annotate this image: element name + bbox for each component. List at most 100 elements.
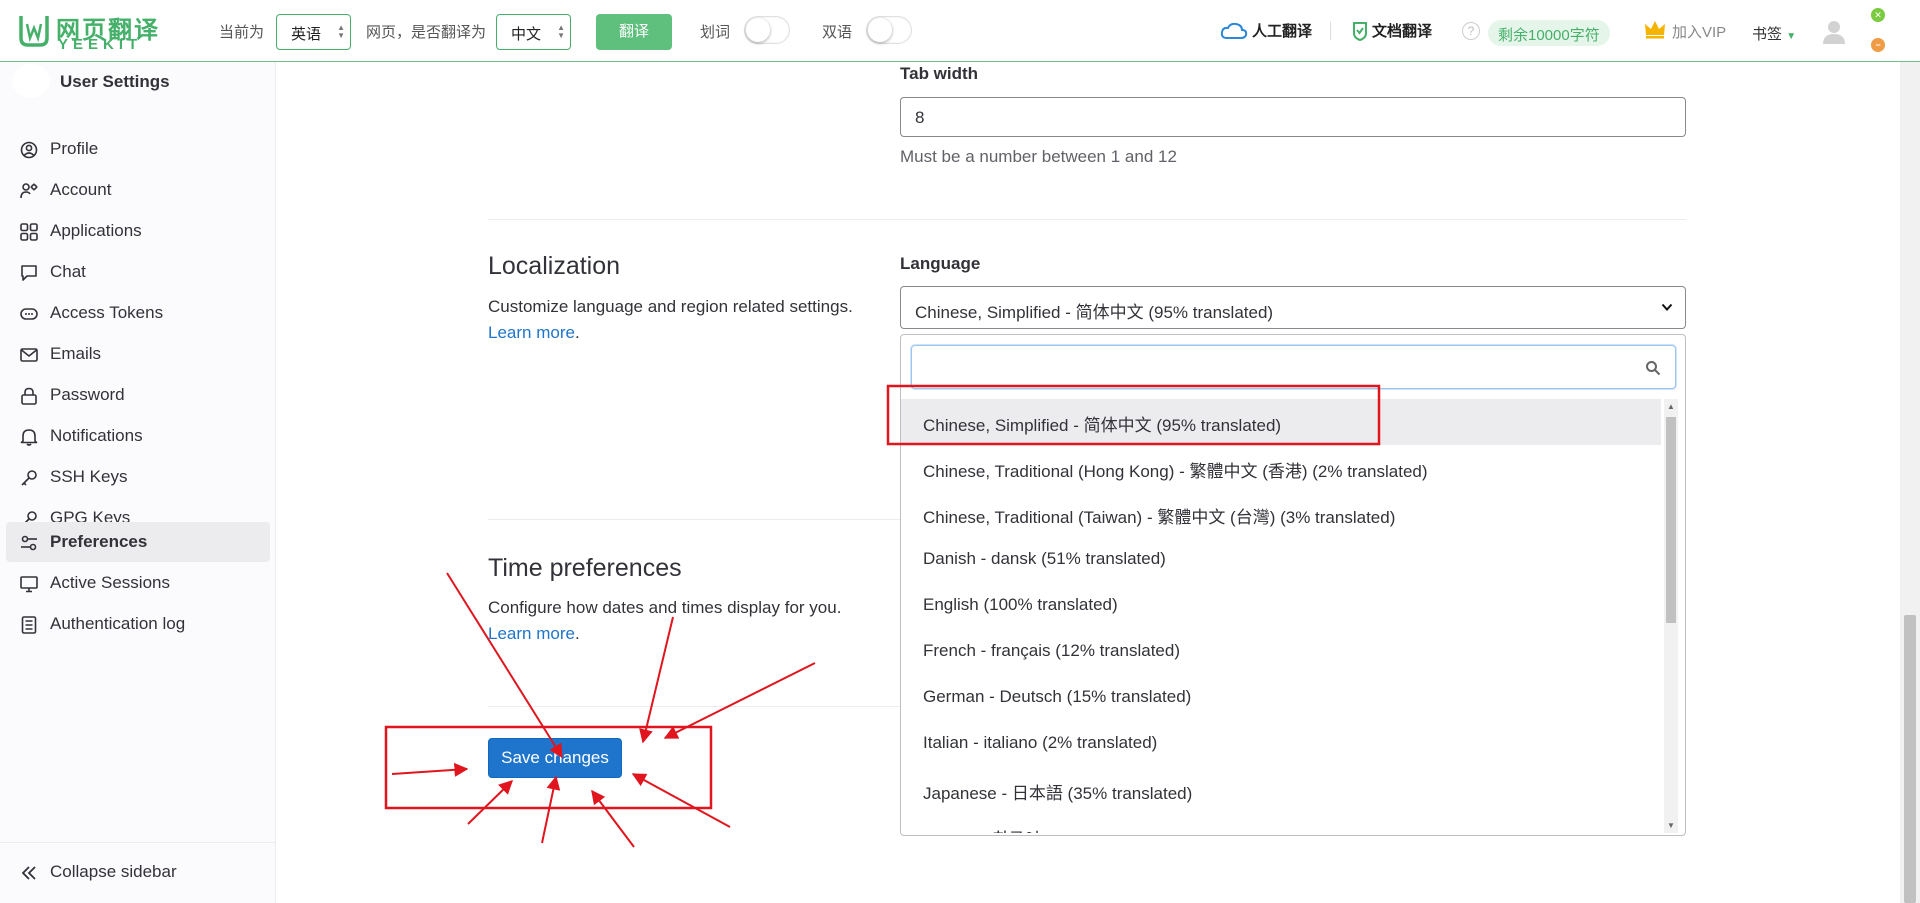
minimize-toolbar-icon[interactable]: − [1871, 38, 1885, 52]
language-dropdown: Chinese, Simplified - 简体中文 (95% translat… [900, 334, 1686, 836]
language-option[interactable]: Italian - italiano (2% translated) [901, 721, 1661, 767]
translate-button[interactable]: 翻译 [596, 14, 672, 50]
language-option[interactable]: Chinese, Simplified - 简体中文 (95% translat… [901, 399, 1661, 445]
toggle-knob [868, 18, 892, 42]
time-preferences-description: Configure how dates and times display fo… [488, 595, 888, 647]
sidebar-item-password[interactable]: Password [6, 375, 270, 415]
sidebar-item-notifications[interactable]: Notifications [6, 416, 270, 456]
localization-learn-more-link[interactable]: Learn more [488, 323, 575, 342]
collapse-sidebar-button[interactable]: Collapse sidebar [6, 852, 270, 892]
translate-to-label: 网页，是否翻译为 [366, 24, 487, 41]
user-gear-icon [20, 183, 38, 199]
yeekit-logo-icon [19, 16, 49, 47]
sidebar-item-chat[interactable]: Chat [6, 252, 270, 292]
preferences-icon [21, 535, 37, 551]
language-select[interactable]: Chinese, Simplified - 简体中文 (95% translat… [900, 286, 1686, 329]
word-select-toggle[interactable] [744, 16, 790, 44]
grid-icon [20, 223, 38, 241]
scroll-down-icon[interactable]: ▼ [1667, 821, 1675, 830]
section-divider [488, 219, 1686, 220]
chat-bubble-icon [21, 265, 37, 281]
current-language-label: 当前为 [219, 24, 265, 41]
document-shield-icon [1353, 22, 1367, 41]
language-option[interactable]: French - français (12% translated) [901, 629, 1661, 675]
chevron-down-icon [1661, 303, 1673, 311]
sidebar-item-preferences[interactable]: Preferences [6, 522, 270, 562]
doc-translate-link[interactable]: 文档翻译 [1372, 20, 1432, 41]
scroll-up-icon[interactable]: ▲ [1667, 402, 1675, 411]
sidebar-item-emails[interactable]: Emails [6, 334, 270, 374]
tab-width-help: Must be a number between 1 and 12 [900, 147, 1177, 166]
mail-icon [20, 348, 38, 362]
target-language-value: 中文 [511, 26, 542, 43]
language-option[interactable]: Korean - 한국어 (11% translated) [901, 813, 1661, 833]
period: . [574, 323, 580, 342]
target-language-select[interactable]: 中文 ▲ ▼ [496, 14, 571, 50]
translation-toolbar: 网页翻译 YEEKIT 当前为 英语 ▲ ▼ 网页，是否翻译为 中文 ▲ ▼ 翻译 … [0, 0, 1920, 62]
language-select-value: Chinese, Simplified - 简体中文 (95% translat… [915, 303, 1274, 322]
bilingual-toggle[interactable] [866, 16, 912, 44]
localization-title: Localization [488, 252, 621, 280]
sidebar-item-ssh-keys[interactable]: SSH Keys [6, 457, 270, 497]
language-option[interactable]: Chinese, Traditional (Hong Kong) - 繁體中文 … [901, 445, 1661, 491]
page-scrollbar[interactable] [1900, 62, 1920, 903]
sidebar-title[interactable]: User Settings [60, 72, 170, 92]
settings-sidebar: User Settings Profile Account Applicatio… [0, 62, 276, 903]
sidebar-item-label: Profile [50, 139, 99, 158]
user-avatar-icon[interactable] [1821, 19, 1847, 45]
bell-icon [20, 429, 38, 446]
logo-text-en: YEEKIT [58, 36, 143, 53]
help-icon[interactable]: ? [1462, 22, 1480, 40]
save-changes-button[interactable]: Save changes [488, 738, 622, 778]
token-icon [20, 308, 38, 320]
tab-width-label: Tab width [900, 64, 979, 83]
language-option[interactable]: Japanese - 日本語 (35% translated) [901, 767, 1661, 813]
sidebar-item-applications[interactable]: Applications [6, 211, 270, 251]
language-option[interactable]: Chinese, Traditional (Taiwan) - 繁體中文 (台灣… [901, 491, 1661, 537]
preferences-content: Tab width 8 Must be a number between 1 a… [277, 62, 1900, 903]
sidebar-item-label: Notifications [50, 426, 143, 445]
bookmarks-menu[interactable]: 书签 ▼ [1752, 23, 1796, 44]
sidebar-item-access-tokens[interactable]: Access Tokens [6, 293, 270, 333]
sidebar-item-authentication-log[interactable]: Authentication log [6, 604, 270, 644]
dropdown-scrollbar[interactable]: ▲ ▼ [1664, 399, 1678, 833]
close-toolbar-icon[interactable]: ✕ [1871, 8, 1885, 22]
language-search-input[interactable] [911, 345, 1676, 389]
page-scroll-thumb[interactable] [1904, 615, 1916, 903]
sidebar-item-label: Emails [50, 344, 102, 363]
current-language-value: 英语 [291, 26, 322, 43]
sidebar-item-active-sessions[interactable]: Active Sessions [6, 563, 270, 603]
language-label: Language [900, 254, 981, 273]
language-option[interactable]: English (100% translated) [901, 583, 1661, 629]
sidebar-item-label: Applications [50, 221, 142, 240]
caret-down-icon: ▼ [1786, 31, 1797, 42]
word-select-label: 划词 [700, 24, 731, 41]
cloud-icon [1220, 22, 1248, 39]
sidebar-item-account[interactable]: Account [6, 170, 270, 210]
tab-width-input[interactable]: 8 [900, 97, 1686, 137]
join-vip-link[interactable]: 加入VIP [1672, 21, 1726, 42]
sidebar-item-label: Chat [50, 262, 86, 281]
section-divider [488, 706, 900, 707]
sidebar-item-profile[interactable]: Profile [6, 129, 270, 169]
language-options: Chinese, Simplified - 简体中文 (95% translat… [901, 399, 1661, 833]
time-preferences-title: Time preferences [488, 554, 682, 582]
avatar[interactable] [12, 64, 50, 98]
localization-description-text: Customize language and region related se… [488, 297, 853, 316]
language-option[interactable]: German - Deutsch (15% translated) [901, 675, 1661, 721]
toolbar-divider [1330, 22, 1331, 40]
sidebar-item-label: Preferences [50, 532, 148, 551]
section-divider [488, 519, 900, 520]
sidebar-item-label: Access Tokens [50, 303, 164, 322]
time-preferences-learn-more-link[interactable]: Learn more [488, 624, 575, 643]
language-option[interactable]: Danish - dansk (51% translated) [901, 537, 1661, 583]
sidebar-divider [0, 842, 276, 843]
user-circle-icon [20, 141, 38, 159]
dropdown-scroll-thumb[interactable] [1666, 417, 1676, 623]
current-language-select[interactable]: 英语 ▲ ▼ [276, 14, 351, 50]
sidebar-item-label: Active Sessions [50, 573, 170, 592]
collapse-sidebar-label: Collapse sidebar [50, 862, 177, 881]
time-preferences-description-text: Configure how dates and times display fo… [488, 598, 842, 617]
sidebar-item-label: Account [50, 180, 112, 199]
human-translate-link[interactable]: 人工翻译 [1252, 20, 1312, 41]
